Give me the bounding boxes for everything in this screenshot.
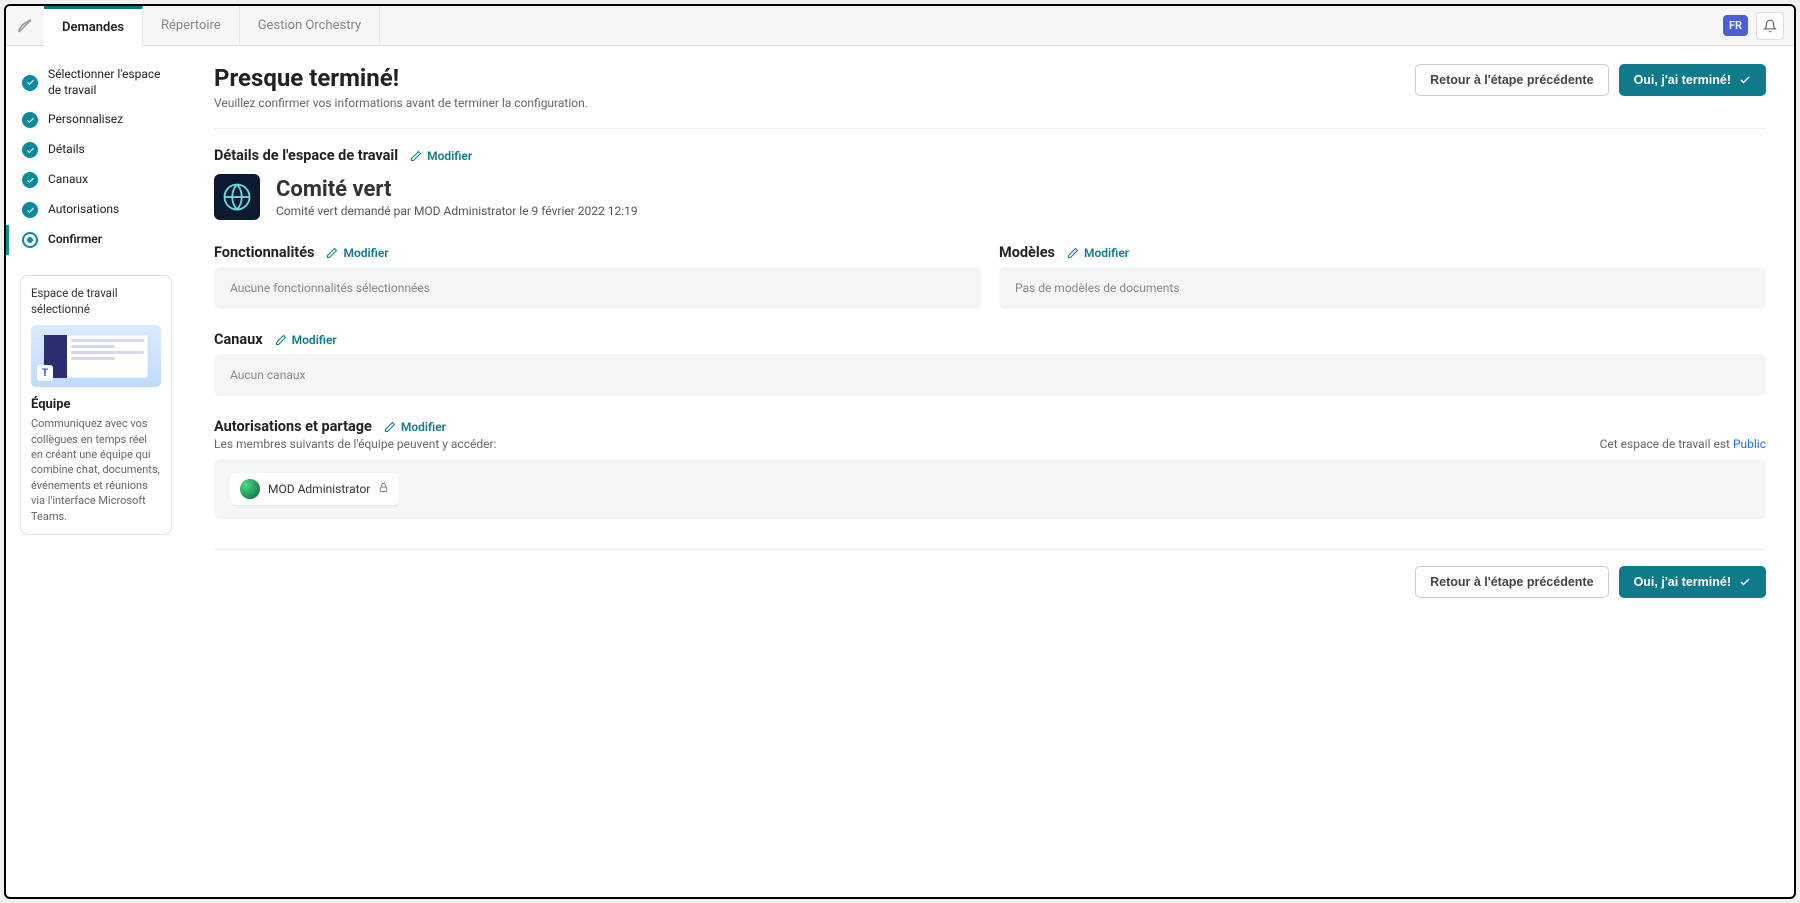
card-title: Équipe — [31, 397, 161, 412]
checkmark-icon — [1739, 74, 1751, 86]
pencil-icon — [1067, 247, 1079, 259]
page-header: Presque terminé! Veuillez confirmer vos … — [214, 64, 1766, 129]
checkmark-icon — [22, 172, 38, 188]
step-label: Détails — [48, 142, 85, 158]
footer-actions: Retour à l'étape précédente Oui, j'ai te… — [214, 549, 1766, 598]
header-actions: Retour à l'étape précédente Oui, j'ai te… — [1415, 64, 1766, 96]
teams-icon: T — [37, 365, 53, 381]
link-label: Modifier — [292, 333, 337, 347]
wizard-sidebar: Sélectionner l'espace de travail Personn… — [6, 46, 186, 897]
modify-channels-link[interactable]: Modifier — [275, 333, 337, 347]
step-label: Autorisations — [48, 202, 119, 218]
features-section: Fonctionnalités Modifier Aucune fonction… — [214, 244, 981, 309]
app-logo-icon — [6, 17, 44, 35]
channels-section: Canaux Modifier Aucun canaux — [214, 331, 1766, 396]
topbar: Demandes Répertoire Gestion Orchestry FR — [6, 6, 1794, 46]
tab-label: Demandes — [62, 20, 124, 35]
back-button[interactable]: Retour à l'étape précédente — [1415, 64, 1608, 96]
tab-repertoire[interactable]: Répertoire — [143, 6, 240, 45]
step-channels[interactable]: Canaux — [6, 165, 186, 195]
checkmark-icon — [22, 202, 38, 218]
tab-label: Gestion Orchestry — [258, 18, 361, 33]
step-label: Confirmer — [48, 232, 102, 248]
members-panel: MOD Administrator — [214, 459, 1766, 519]
channels-empty-panel: Aucun canaux — [214, 354, 1766, 396]
pencil-icon — [384, 421, 396, 433]
section-title: Détails de l'espace de travail — [214, 147, 398, 164]
tab-gestion-orchestry[interactable]: Gestion Orchestry — [240, 6, 380, 45]
tab-label: Répertoire — [161, 18, 221, 33]
details-section: Détails de l'espace de travail Modifier … — [214, 147, 1766, 220]
avatar-icon — [240, 479, 260, 499]
modify-details-link[interactable]: Modifier — [410, 149, 472, 163]
step-label: Canaux — [48, 172, 88, 188]
topbar-right: FR — [1723, 12, 1784, 40]
modify-permissions-link[interactable]: Modifier — [384, 420, 446, 434]
footer-done-button[interactable]: Oui, j'ai terminé! — [1619, 566, 1766, 598]
pencil-icon — [410, 150, 422, 162]
section-title: Fonctionnalités — [214, 244, 314, 261]
page-title: Presque terminé! — [214, 64, 588, 92]
section-title: Modèles — [999, 244, 1055, 261]
notifications-button[interactable] — [1756, 12, 1784, 40]
step-personalize[interactable]: Personnalisez — [6, 105, 186, 135]
link-label: Modifier — [343, 246, 388, 260]
language-selector[interactable]: FR — [1723, 15, 1748, 36]
button-label: Retour à l'étape précédente — [1430, 73, 1593, 87]
privacy-link[interactable]: Public — [1733, 437, 1766, 451]
footer-back-button[interactable]: Retour à l'étape précédente — [1415, 566, 1608, 598]
step-confirm[interactable]: Confirmer — [6, 225, 186, 255]
wizard-steps: Sélectionner l'espace de travail Personn… — [6, 60, 186, 255]
bell-icon — [1763, 19, 1777, 33]
workspace-requested-by: Comité vert demandé par MOD Administrato… — [276, 204, 638, 218]
models-empty-panel: Pas de modèles de documents — [999, 267, 1766, 309]
modify-features-link[interactable]: Modifier — [326, 246, 388, 260]
privacy-indicator: Cet espace de travail est Public — [1600, 437, 1766, 451]
card-description: Communiquez avec vos collègues en temps … — [31, 416, 161, 524]
models-section: Modèles Modifier Pas de modèles de docum… — [999, 244, 1766, 309]
button-label: Oui, j'ai terminé! — [1634, 73, 1731, 87]
pencil-icon — [275, 334, 287, 346]
content-area: Presque terminé! Veuillez confirmer vos … — [186, 46, 1794, 897]
features-empty-panel: Aucune fonctionnalités sélectionnées — [214, 267, 981, 309]
page-subtitle: Veuillez confirmer vos informations avan… — [214, 96, 588, 110]
app-frame: Demandes Répertoire Gestion Orchestry FR… — [4, 4, 1796, 899]
permissions-subtitle: Les membres suivants de l'équipe peuvent… — [214, 437, 496, 451]
selected-workspace-card: Espace de travail sélectionné T Équipe C… — [20, 275, 172, 535]
member-name: MOD Administrator — [268, 482, 370, 496]
member-chip: MOD Administrator — [230, 473, 399, 505]
workspace-illustration: T — [31, 325, 161, 387]
button-label: Retour à l'étape précédente — [1430, 575, 1593, 589]
pencil-icon — [326, 247, 338, 259]
lock-icon — [378, 482, 389, 496]
privacy-prefix: Cet espace de travail est — [1600, 437, 1733, 451]
checkmark-icon — [1739, 576, 1751, 588]
step-label: Sélectionner l'espace de travail — [48, 67, 176, 98]
step-permissions[interactable]: Autorisations — [6, 195, 186, 225]
section-title: Canaux — [214, 331, 263, 348]
section-title: Autorisations et partage — [214, 418, 372, 435]
workspace-avatar-icon — [214, 174, 260, 220]
button-label: Oui, j'ai terminé! — [1634, 575, 1731, 589]
step-label: Personnalisez — [48, 112, 123, 128]
topbar-tabs: Demandes Répertoire Gestion Orchestry — [44, 6, 1723, 45]
card-heading: Espace de travail sélectionné — [31, 286, 161, 317]
checkmark-icon — [22, 142, 38, 158]
modify-models-link[interactable]: Modifier — [1067, 246, 1129, 260]
checkmark-icon — [22, 112, 38, 128]
link-label: Modifier — [401, 420, 446, 434]
main-layout: Sélectionner l'espace de travail Personn… — [6, 46, 1794, 897]
tab-demandes[interactable]: Demandes — [44, 6, 143, 46]
workspace-name: Comité vert — [276, 177, 638, 202]
permissions-section: Autorisations et partage Modifier Les me… — [214, 418, 1766, 519]
checkmark-icon — [22, 75, 38, 91]
step-select-workspace[interactable]: Sélectionner l'espace de travail — [6, 60, 186, 105]
step-details[interactable]: Détails — [6, 135, 186, 165]
current-step-icon — [22, 232, 38, 248]
done-button[interactable]: Oui, j'ai terminé! — [1619, 64, 1766, 96]
link-label: Modifier — [427, 149, 472, 163]
link-label: Modifier — [1084, 246, 1129, 260]
